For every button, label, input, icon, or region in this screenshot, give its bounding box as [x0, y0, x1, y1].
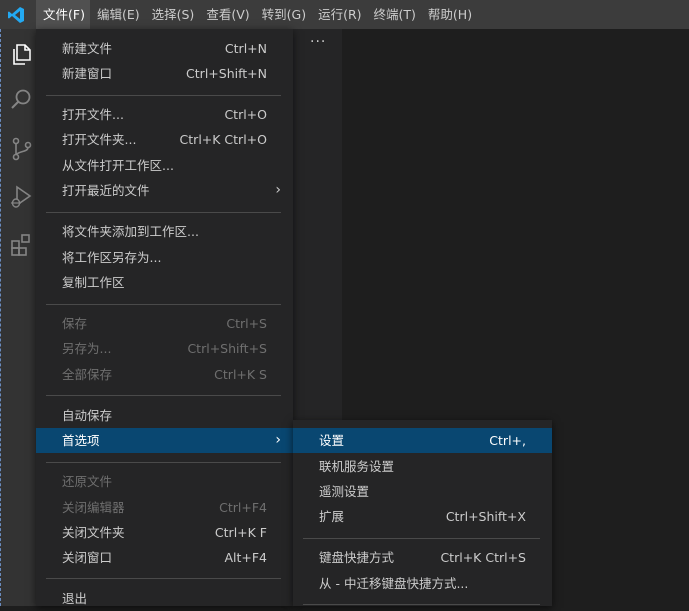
- menu-item-new-file[interactable]: 新建文件 Ctrl+N: [36, 36, 293, 61]
- menu-item-keyboard-shortcuts[interactable]: 键盘快捷方式 Ctrl+K Ctrl+S: [293, 545, 552, 570]
- menu-item-revert-file[interactable]: 还原文件: [36, 469, 293, 494]
- menu-item-label: 关闭窗口: [62, 550, 113, 565]
- menu-bar: 文件(F) 编辑(E) 选择(S) 查看(V) 转到(G) 运行(R) 终端(T…: [36, 0, 477, 29]
- menu-item-label: 新建文件: [62, 41, 113, 56]
- menu-item-label: 联机服务设置: [319, 459, 395, 474]
- menu-item-label: 自动保存: [62, 408, 113, 423]
- menu-item-close-editor[interactable]: 关闭编辑器 Ctrl+F4: [36, 495, 293, 520]
- menu-item-close-window[interactable]: 关闭窗口 Alt+F4: [36, 545, 293, 570]
- menu-separator: [303, 538, 540, 539]
- menu-item-duplicate-workspace[interactable]: 复制工作区: [36, 270, 293, 295]
- menu-item-label: 从文件打开工作区...: [62, 158, 174, 173]
- activity-bar: [0, 29, 36, 606]
- extensions-icon[interactable]: [9, 232, 35, 258]
- menu-item-save-workspace-as[interactable]: 将工作区另存为...: [36, 245, 293, 270]
- menu-item-shortcut: Ctrl+Shift+S: [187, 341, 267, 356]
- menu-separator: [303, 604, 540, 605]
- menu-item-migrate-keybindings[interactable]: 从 - 中迁移键盘快捷方式...: [293, 571, 552, 596]
- menu-separator: [46, 212, 281, 213]
- menu-item-label: 打开文件...: [62, 107, 124, 122]
- menu-item-label: 保存: [62, 316, 88, 331]
- source-control-icon[interactable]: [9, 136, 35, 162]
- explorer-icon[interactable]: [9, 41, 35, 67]
- menu-item-shortcut: Ctrl+K Ctrl+O: [179, 132, 267, 147]
- menu-item-shortcut: Ctrl+Shift+X: [445, 509, 526, 524]
- menu-run[interactable]: 运行(R): [311, 0, 366, 29]
- menu-item-save-as[interactable]: 另存为... Ctrl+Shift+S: [36, 336, 293, 361]
- title-bar: 文件(F) 编辑(E) 选择(S) 查看(V) 转到(G) 运行(R) 终端(T…: [0, 0, 689, 29]
- menu-item-preferences[interactable]: 首选项 ›: [36, 428, 293, 453]
- sidebar-more-actions-icon[interactable]: ···: [310, 34, 326, 50]
- menu-item-new-window[interactable]: 新建窗口 Ctrl+Shift+N: [36, 61, 293, 86]
- menu-item-label: 另存为...: [62, 341, 112, 356]
- menu-file[interactable]: 文件(F): [36, 0, 90, 29]
- menu-item-open-workspace[interactable]: 从文件打开工作区...: [36, 153, 293, 178]
- menu-go[interactable]: 转到(G): [255, 0, 311, 29]
- menu-item-extensions[interactable]: 扩展 Ctrl+Shift+X: [293, 504, 552, 529]
- menu-item-shortcut: Alt+F4: [224, 550, 267, 565]
- chevron-right-icon: ›: [275, 432, 281, 448]
- menu-item-label: 从 - 中迁移键盘快捷方式...: [319, 576, 469, 591]
- menu-item-shortcut: Ctrl+,: [489, 433, 526, 448]
- vscode-logo-icon: [8, 7, 24, 23]
- menu-item-label: 打开文件夹...: [62, 132, 137, 147]
- menu-separator: [46, 95, 281, 96]
- menu-item-shortcut: Ctrl+K Ctrl+S: [440, 550, 526, 565]
- menu-terminal[interactable]: 终端(T): [367, 0, 421, 29]
- menu-item-label: 关闭文件夹: [62, 525, 125, 540]
- menu-item-save[interactable]: 保存 Ctrl+S: [36, 311, 293, 336]
- menu-item-online-services-settings[interactable]: 联机服务设置: [293, 454, 552, 479]
- menu-item-shortcut: Ctrl+K F: [214, 525, 267, 540]
- menu-item-shortcut: Ctrl+K S: [214, 367, 267, 382]
- run-debug-icon[interactable]: [9, 184, 35, 210]
- menu-item-label: 设置: [319, 433, 345, 448]
- menu-item-label: 全部保存: [62, 367, 113, 382]
- menu-item-shortcut: Ctrl+F4: [219, 500, 267, 515]
- menu-item-shortcut: Ctrl+N: [224, 41, 267, 56]
- menu-item-label: 退出: [62, 591, 88, 606]
- menu-item-auto-save[interactable]: 自动保存: [36, 403, 293, 428]
- menu-item-open-recent[interactable]: 打开最近的文件 ›: [36, 178, 293, 203]
- menu-item-open-file[interactable]: 打开文件... Ctrl+O: [36, 102, 293, 127]
- menu-separator: [46, 395, 281, 396]
- menu-item-label: 还原文件: [62, 474, 113, 489]
- menu-item-close-folder[interactable]: 关闭文件夹 Ctrl+K F: [36, 520, 293, 545]
- menu-item-label: 打开最近的文件: [62, 183, 150, 198]
- menu-item-label: 关闭编辑器: [62, 500, 125, 515]
- search-icon[interactable]: [9, 87, 35, 113]
- window-edge: [0, 29, 1, 606]
- menu-item-label: 遥测设置: [319, 484, 370, 499]
- menu-separator: [46, 304, 281, 305]
- menu-item-label: 扩展: [319, 509, 345, 524]
- menu-item-open-folder[interactable]: 打开文件夹... Ctrl+K Ctrl+O: [36, 127, 293, 152]
- menu-selection[interactable]: 选择(S): [145, 0, 200, 29]
- menu-view[interactable]: 查看(V): [199, 0, 254, 29]
- menu-item-telemetry-settings[interactable]: 遥测设置: [293, 479, 552, 504]
- menu-item-label: 新建窗口: [62, 66, 113, 81]
- menu-item-shortcut: Ctrl+Shift+N: [186, 66, 267, 81]
- menu-item-label: 将工作区另存为...: [62, 250, 162, 265]
- menu-item-shortcut: Ctrl+O: [224, 107, 267, 122]
- menu-item-exit[interactable]: 退出: [36, 586, 293, 611]
- preferences-submenu: 设置 Ctrl+, 联机服务设置 遥测设置 扩展 Ctrl+Shift+X 键盘…: [293, 420, 552, 606]
- menu-item-label: 复制工作区: [62, 275, 125, 290]
- menu-help[interactable]: 帮助(H): [421, 0, 477, 29]
- file-menu: 新建文件 Ctrl+N 新建窗口 Ctrl+Shift+N 打开文件... Ct…: [36, 29, 293, 606]
- menu-item-settings[interactable]: 设置 Ctrl+,: [293, 428, 552, 453]
- menu-item-add-folder[interactable]: 将文件夹添加到工作区...: [36, 219, 293, 244]
- chevron-right-icon: ›: [275, 182, 281, 198]
- menu-separator: [46, 578, 281, 579]
- menu-separator: [46, 462, 281, 463]
- menu-item-save-all[interactable]: 全部保存 Ctrl+K S: [36, 362, 293, 387]
- menu-item-label: 将文件夹添加到工作区...: [62, 224, 199, 239]
- menu-item-label: 首选项: [62, 433, 100, 448]
- menu-edit[interactable]: 编辑(E): [90, 0, 145, 29]
- menu-item-label: 键盘快捷方式: [319, 550, 395, 565]
- menu-item-shortcut: Ctrl+S: [226, 316, 267, 331]
